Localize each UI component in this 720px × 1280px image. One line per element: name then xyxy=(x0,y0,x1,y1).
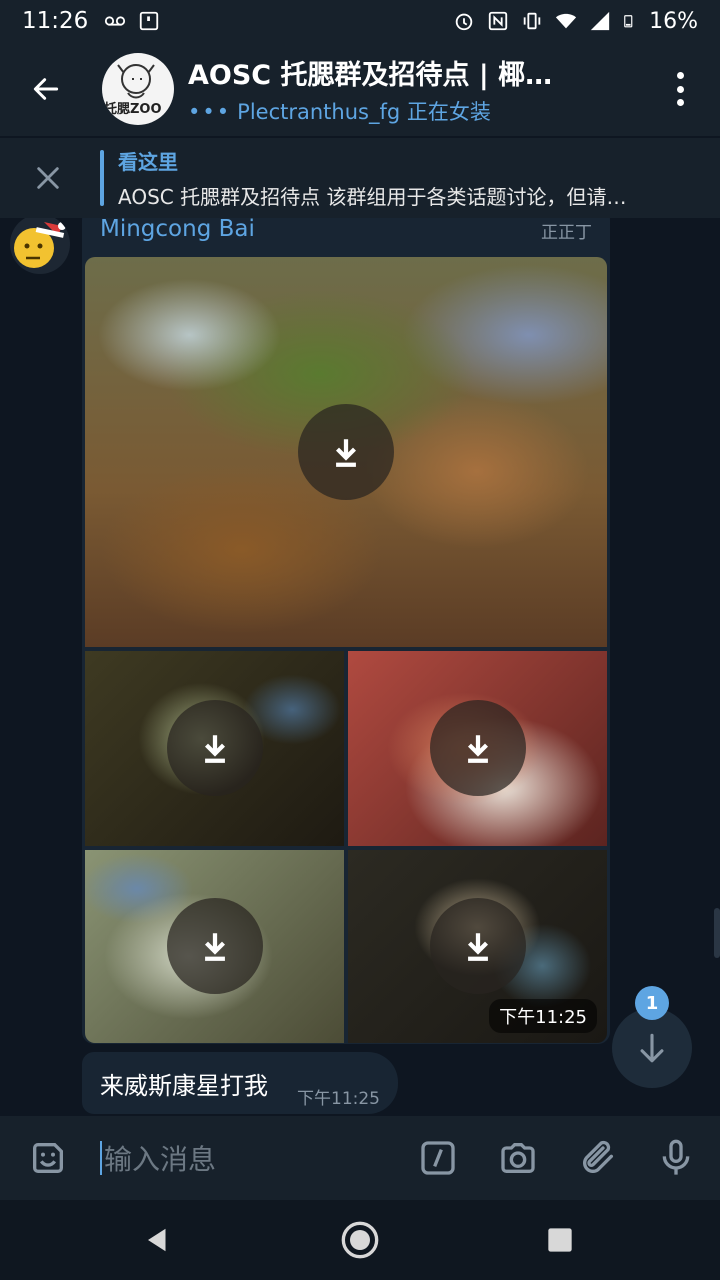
status-time: 11:26 xyxy=(22,8,89,34)
attach-icon xyxy=(583,1140,613,1173)
download-icon xyxy=(204,735,226,763)
download-button[interactable] xyxy=(298,404,394,500)
voicemail-icon xyxy=(105,16,126,26)
header-text[interactable]: AOSC 托腮群及招待点 | 椰… ••• Plectranthus_fg 正在女… xyxy=(188,53,658,126)
sender-name[interactable]: Mingcong Bai xyxy=(100,218,255,242)
text-cursor xyxy=(100,1141,102,1175)
download-icon xyxy=(467,735,489,763)
voice-message-button[interactable] xyxy=(654,1136,698,1180)
album-photo-4[interactable] xyxy=(85,850,344,1043)
back-button[interactable] xyxy=(0,42,92,136)
chat-history[interactable]: Mingcong Bai 正正丁 下午11:25 来威斯康星打我 下午11:25… xyxy=(0,218,720,1116)
message-time: 下午11:25 xyxy=(489,999,597,1033)
sticker-icon xyxy=(33,1143,63,1173)
message-input[interactable]: 输入消息 xyxy=(100,1134,400,1182)
vibrate-icon xyxy=(523,12,541,30)
download-icon xyxy=(204,933,226,961)
message-bubble-album[interactable]: Mingcong Bai 正正丁 下午11:25 xyxy=(82,218,610,1044)
pinned-body: AOSC 托腮群及招待点 该群组用于各类话题讨论，但请… xyxy=(118,185,627,209)
arrow-down-icon xyxy=(640,1033,664,1063)
back-arrow-icon xyxy=(33,78,59,100)
chat-title: AOSC 托腮群及招待点 | 椰… xyxy=(188,59,553,91)
group-avatar[interactable]: 托腮ZOO xyxy=(102,53,174,125)
pinned-title: 看这里 xyxy=(118,150,178,174)
nav-home-button[interactable] xyxy=(338,1218,382,1262)
system-nav-bar xyxy=(0,1200,720,1280)
download-button[interactable] xyxy=(430,898,526,994)
home-circle-icon xyxy=(341,1221,379,1259)
sender-avatar[interactable] xyxy=(10,218,70,274)
pinned-close-button[interactable] xyxy=(0,138,96,218)
download-button[interactable] xyxy=(167,700,263,796)
camera-icon xyxy=(501,1143,535,1173)
sender-tag: 正正丁 xyxy=(541,223,592,243)
sticker-button[interactable] xyxy=(26,1136,70,1180)
album-photo-3[interactable] xyxy=(348,651,607,846)
battery-percent: 16% xyxy=(649,8,698,34)
back-triangle-icon xyxy=(148,1228,166,1252)
pinned-message-bar[interactable]: 看这里 AOSC 托腮群及招待点 该群组用于各类话题讨论，但请… xyxy=(0,138,720,218)
nav-back-button[interactable] xyxy=(136,1218,180,1262)
download-button[interactable] xyxy=(430,700,526,796)
group-avatar-label: 托腮ZOO xyxy=(104,102,162,117)
more-vertical-icon xyxy=(676,72,684,79)
close-icon xyxy=(37,167,59,189)
album-photo-5[interactable]: 下午11:25 xyxy=(348,850,607,1043)
camera-button[interactable] xyxy=(496,1136,540,1180)
alarm-icon xyxy=(455,13,473,31)
nav-recents-button[interactable] xyxy=(538,1218,582,1262)
download-icon xyxy=(335,439,357,467)
sender-avatar-emoji-icon xyxy=(14,222,66,268)
download-icon xyxy=(467,933,489,961)
wifi-icon xyxy=(556,13,577,29)
more-options-button[interactable] xyxy=(670,72,690,106)
chat-header: 托腮ZOO AOSC 托腮群及招待点 | 椰… ••• Plectranthus_… xyxy=(0,42,720,136)
signal-icon xyxy=(590,11,610,31)
nfc-icon xyxy=(488,11,508,31)
album-photo-2[interactable] xyxy=(85,651,344,846)
message-input-placeholder: 输入消息 xyxy=(104,1143,217,1176)
scroll-to-bottom-button[interactable] xyxy=(612,1008,692,1088)
screenshot-icon xyxy=(140,11,159,31)
unread-count-badge: 1 xyxy=(635,986,669,1020)
album-photo-1[interactable] xyxy=(85,257,607,647)
pinned-accent-bar xyxy=(100,150,104,206)
download-button[interactable] xyxy=(167,898,263,994)
chat-status: ••• Plectranthus_fg 正在女装 xyxy=(188,96,658,126)
message-input-bar: 输入消息 xyxy=(0,1116,720,1200)
message-bubble-text[interactable]: 来威斯康星打我 下午11:25 xyxy=(82,1052,398,1114)
slash-command-icon xyxy=(421,1141,455,1175)
typing-dots-icon: ••• xyxy=(188,99,232,124)
pinned-text: 看这里 AOSC 托腮群及招待点 该群组用于各类话题讨论，但请… xyxy=(118,146,698,210)
typing-status-text: Plectranthus_fg 正在女装 xyxy=(237,99,491,124)
message-text: 来威斯康星打我 xyxy=(100,1072,268,1100)
mic-icon xyxy=(662,1139,690,1175)
edge-handle[interactable] xyxy=(714,908,720,958)
bot-command-button[interactable] xyxy=(416,1136,460,1180)
recents-square-icon xyxy=(548,1228,572,1252)
message-time: 下午11:25 xyxy=(297,1089,380,1109)
attach-button[interactable] xyxy=(576,1136,620,1180)
status-bar: 11:26 16% xyxy=(0,0,720,42)
battery-icon xyxy=(624,15,633,28)
